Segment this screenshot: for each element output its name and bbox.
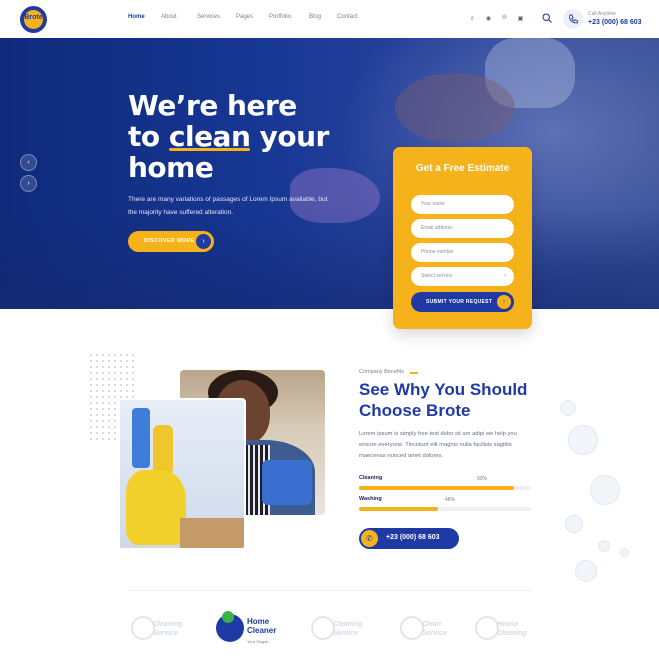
bubble-decoration <box>590 475 620 505</box>
washing-bar-label: Washing <box>359 496 382 502</box>
bubble-decoration <box>565 515 583 533</box>
discover-more-button[interactable]: DISCOVER MORE › <box>128 231 214 252</box>
hero-title-line1: We’re here <box>128 89 297 122</box>
photo-bottle <box>153 425 173 475</box>
bubble-decoration <box>575 560 597 582</box>
phone-icon <box>563 9 583 29</box>
slider-prev-button[interactable]: ‹ <box>20 154 37 171</box>
hero-title-highlight: clean <box>168 120 251 153</box>
free-estimate-form: Get a Free Estimate Your name Email addr… <box>393 147 532 329</box>
brand-name: Cleaning Service <box>333 621 363 637</box>
service-select-value: Select service <box>421 273 453 279</box>
brand-slogan: Your Slogan <box>247 639 269 644</box>
phone-input[interactable]: Phone number <box>411 243 514 262</box>
brand-mark <box>131 616 155 640</box>
supplies-photo <box>118 398 246 550</box>
bubble-decoration <box>568 425 598 455</box>
photo-glove <box>126 470 186 545</box>
social-links: 𝕣 ◉ ℗ ▣ <box>469 15 524 22</box>
page: Brote Home About Services Pages Portfoli… <box>0 0 659 658</box>
hero-photo-hand <box>395 73 515 143</box>
hero-photo-shade <box>0 208 659 309</box>
logo-text: Brote <box>24 14 43 21</box>
submit-request-label: SUBMIT YOUR REQUEST <box>426 299 493 305</box>
brand-logo-home-cleaner: Home Cleaner Your Slogan <box>216 611 286 646</box>
estimate-title: Get a Free Estimate <box>415 163 510 174</box>
brand-name: House Cleaning <box>497 621 527 637</box>
photo-bucket <box>262 460 312 505</box>
search-icon[interactable] <box>542 13 552 23</box>
photo-spray-bottle <box>132 408 150 468</box>
washing-progress-fill <box>359 507 439 511</box>
cleaning-bar-percent: 90% <box>477 476 488 482</box>
label-accent-line <box>410 372 418 374</box>
brand-logo-cleaning-service-2: Cleaning Service <box>311 612 371 646</box>
brand-mark <box>311 616 335 640</box>
nav-services[interactable]: Services <box>197 14 236 20</box>
cleaning-bar-label: Cleaning <box>359 475 383 481</box>
arrow-right-icon: › <box>196 234 211 249</box>
main-nav: Home About Services Pages Portfolio Blog… <box>128 14 367 20</box>
cleaning-progress-bar <box>359 486 531 490</box>
brand-name: Clean Service <box>422 621 447 637</box>
bubble-decoration <box>620 548 629 557</box>
brand-mark <box>216 611 244 642</box>
hero-title: We’re here to clean your home <box>128 90 329 183</box>
hero-section: ‹ › We’re here to clean your home There … <box>0 38 659 309</box>
nav-about[interactable]: About <box>161 14 197 20</box>
brand-logo-clean-service: Clean Service <box>400 612 460 646</box>
discover-more-label: DISCOVER MORE <box>144 238 195 244</box>
pinterest-icon[interactable]: ℗ <box>501 15 508 22</box>
site-header: Brote Home About Services Pages Portfoli… <box>0 0 659 38</box>
arrow-right-icon: › <box>497 295 511 309</box>
hero-description: There are many variations of passages of… <box>128 196 328 216</box>
brote-logo[interactable]: Brote <box>20 6 47 33</box>
brand-divider <box>128 590 532 591</box>
brand-mark <box>475 616 499 640</box>
washing-progress-bar <box>359 507 531 511</box>
cleaning-progress-fill <box>359 486 514 490</box>
service-select[interactable]: Select service › <box>411 267 514 286</box>
call-button[interactable]: ✆ +23 (000) 68 603 <box>359 528 459 549</box>
nav-pages[interactable]: Pages <box>236 14 269 20</box>
instagram-icon[interactable]: ▣ <box>517 15 524 22</box>
nav-blog[interactable]: Blog <box>309 14 337 20</box>
section-description: Lorem ipsum is simply free text dolor si… <box>359 431 517 459</box>
hero-title-line3: home <box>128 151 214 184</box>
brand-logo-cleaning-service: Cleaning Service <box>131 612 191 646</box>
nav-home[interactable]: Home <box>128 14 161 20</box>
hero-title-pre: to <box>128 120 169 153</box>
chevron-down-icon: › <box>504 273 506 279</box>
slider-next-button[interactable]: › <box>20 175 37 192</box>
brand-name: Home Cleaner <box>247 617 277 635</box>
submit-request-button[interactable]: SUBMIT YOUR REQUEST › <box>411 292 514 312</box>
bubble-decoration <box>598 540 610 552</box>
section-label: Company Benefits <box>359 369 404 375</box>
hero-title-post: your <box>250 120 330 153</box>
email-input[interactable]: Email address <box>411 219 514 238</box>
nav-contact[interactable]: Contact <box>337 14 367 20</box>
brand-logo-house-cleaning: House Cleaning <box>475 612 535 646</box>
section-title: See Why You Should Choose Brote <box>359 380 528 420</box>
call-number[interactable]: +23 (000) 68 603 <box>588 19 642 26</box>
call-button-label: +23 (000) 68 603 <box>386 534 440 541</box>
phone-icon: ✆ <box>361 530 378 547</box>
brand-mark <box>400 616 424 640</box>
facebook-icon[interactable]: ◉ <box>485 15 492 22</box>
hero-title-line2: to clean your <box>128 121 329 152</box>
photo-table <box>180 518 244 548</box>
washing-bar-percent: 46% <box>445 497 456 503</box>
brand-name: Cleaning Service <box>153 621 183 637</box>
call-label: Call Anytime <box>588 11 616 17</box>
bubble-decoration <box>560 400 576 416</box>
nav-portfolio[interactable]: Portfolio <box>269 14 309 20</box>
name-input[interactable]: Your name <box>411 195 514 214</box>
twitter-icon[interactable]: 𝕣 <box>469 15 476 22</box>
